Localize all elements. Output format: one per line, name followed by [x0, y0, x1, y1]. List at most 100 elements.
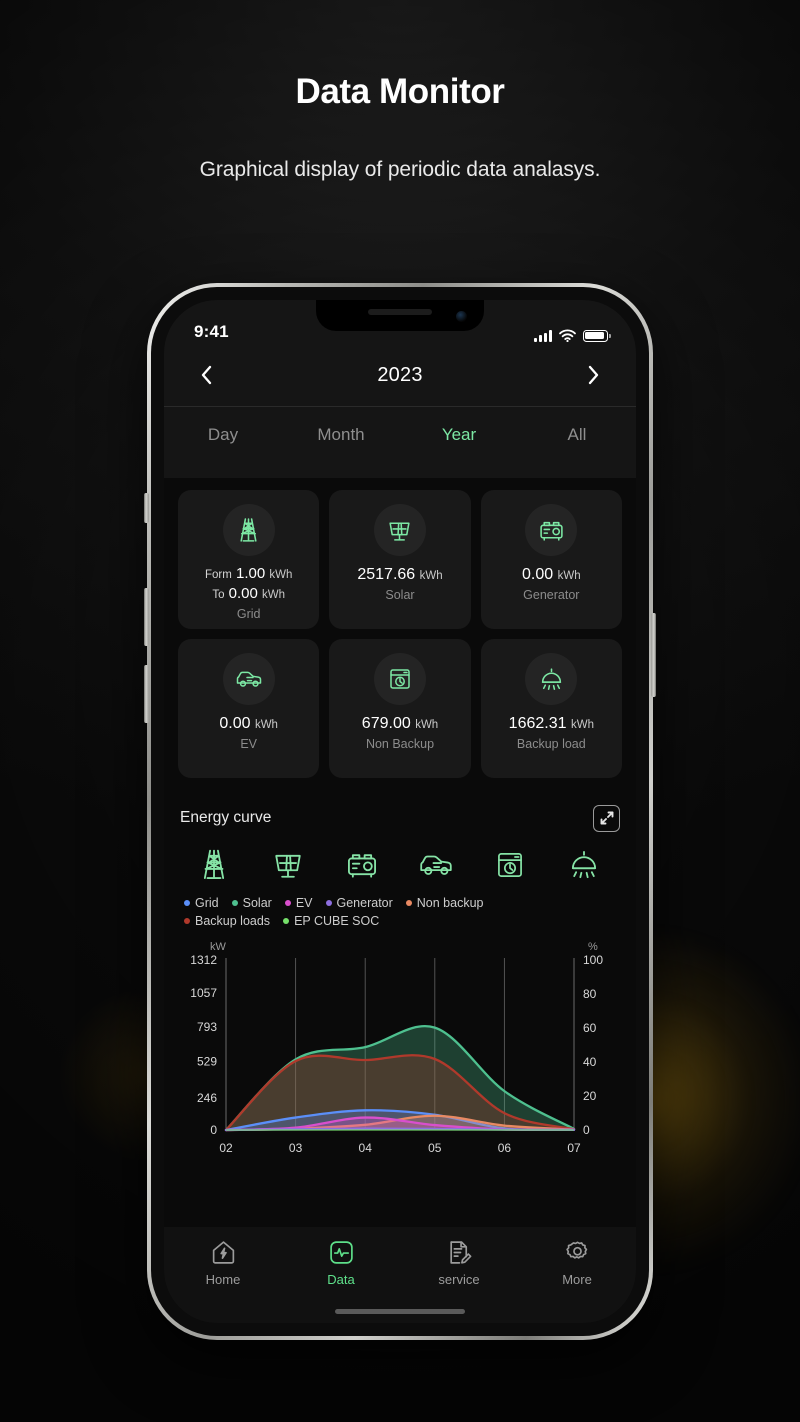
energy-curve-section: Energy curve Grid Solar EV Generator Non… — [164, 788, 636, 1170]
svg-text:07: 07 — [567, 1141, 581, 1155]
period-tab-bar: Day Month Year All — [164, 406, 636, 462]
legend-label-ev: EV — [295, 896, 313, 910]
nav-item-more[interactable]: More — [518, 1239, 636, 1287]
energy-curve-title: Energy curve — [180, 809, 272, 826]
volume-up-button[interactable] — [144, 588, 149, 646]
nav-item-data[interactable]: Data — [282, 1239, 400, 1287]
chart-canvas: kW % 0 246 529 793 1057 1312 0 20 40 60 80 100 02 03 04 0… — [190, 941, 603, 1155]
source-icon-grid[interactable] — [182, 844, 246, 886]
legend-label-backup-loads: Backup loads — [195, 914, 271, 928]
source-icon-backup-load[interactable] — [552, 844, 616, 886]
stat-card-backup-load[interactable]: 1662.31 kWh Backup load — [480, 639, 622, 778]
svg-text:04: 04 — [359, 1141, 373, 1155]
svg-text:246: 246 — [197, 1091, 217, 1105]
svg-text:80: 80 — [583, 987, 597, 1001]
cellular-bars-icon — [534, 329, 552, 342]
stat-card-solar-label: Solar — [385, 588, 415, 603]
solar-value: 2517.66 — [357, 566, 416, 583]
legend-item-non-backup[interactable]: Non backup — [405, 896, 484, 910]
stat-card-generator-label: Generator — [523, 588, 580, 603]
legend-label-non-backup: Non backup — [416, 896, 484, 910]
source-icon-non-backup[interactable] — [478, 844, 542, 886]
svg-text:1057: 1057 — [190, 986, 217, 1000]
stat-card-ev-value: 0.00 kWh — [219, 713, 278, 734]
ev-car-icon — [222, 653, 275, 705]
svg-text:0: 0 — [583, 1123, 590, 1137]
svg-text:1312: 1312 — [190, 953, 217, 967]
phone-notch — [316, 300, 484, 331]
source-icon-generator[interactable] — [330, 844, 394, 886]
pulse-data-icon — [329, 1241, 353, 1264]
solar-panel-icon — [373, 504, 426, 556]
legend-dot-solar — [231, 900, 238, 906]
legend-dot-grid — [184, 900, 190, 906]
stat-card-grid: Form 1.00 kWh To 0.00 kWh Grid 2517.66 k… — [164, 478, 636, 778]
stat-card-ev-label: EV — [240, 737, 257, 752]
generator-unit: kWh — [557, 570, 581, 582]
date-navigator: 2023 — [164, 344, 636, 406]
stat-card-non-backup[interactable]: 679.00 kWh Non Backup — [329, 639, 471, 778]
grid-from-value: 1.00 — [235, 565, 266, 582]
volume-down-button[interactable] — [144, 665, 149, 723]
svg-text:100: 100 — [583, 953, 603, 967]
expand-arrows-icon[interactable] — [593, 804, 620, 832]
legend-dot-non-backup — [405, 900, 412, 906]
svg-text:%: % — [588, 941, 598, 953]
nav-label-more: More — [562, 1272, 592, 1287]
stat-card-row-1: Form 1.00 kWh To 0.00 kWh Grid 2517.66 k… — [178, 490, 622, 629]
nav-label-service: service — [438, 1272, 480, 1287]
energy-curve-chart[interactable]: kW% 0 246 529 793 1057 1312 0 20 40 60 80 100 02 03 04 0… — [180, 934, 620, 1170]
stat-card-row-2: 0.00 kWh EV 679.00 kWh Non Backup 1662.3… — [178, 639, 622, 778]
stat-card-generator-value: 0.00 kWh — [522, 564, 581, 585]
stat-card-solar[interactable]: 2517.66 kWh Solar — [329, 490, 471, 629]
home-indicator[interactable] — [335, 1309, 465, 1314]
status-time: 9:41 — [194, 322, 229, 341]
power-button[interactable] — [651, 613, 656, 697]
stat-card-grid-to: To 0.00 kWh — [212, 584, 285, 604]
home-bolt-icon — [212, 1241, 234, 1264]
grid-from-prefix: Form — [204, 569, 232, 581]
source-icon-solar[interactable] — [256, 844, 320, 886]
tab-year[interactable]: Year — [400, 425, 518, 445]
legend-item-solar[interactable]: Solar — [231, 896, 272, 910]
ceiling-lamp-icon — [525, 653, 578, 705]
tab-month[interactable]: Month — [282, 425, 400, 445]
wifi-icon — [559, 329, 576, 342]
page-header: Data Monitor Graphical display of period… — [0, 72, 800, 182]
legend-item-ep-cube-soc[interactable]: EP CUBE SOC — [283, 914, 379, 928]
legend-item-grid[interactable]: Grid — [184, 896, 219, 910]
source-icon-ev[interactable] — [404, 844, 468, 886]
next-period-button[interactable] — [576, 358, 610, 392]
tab-day[interactable]: Day — [164, 425, 282, 445]
energy-curve-header: Energy curve — [180, 798, 620, 838]
stat-card-backup-load-value: 1662.31 kWh — [509, 713, 594, 734]
svg-text:20: 20 — [583, 1089, 597, 1103]
mute-switch[interactable] — [144, 493, 149, 523]
tab-all[interactable]: All — [518, 425, 636, 445]
source-icon-row[interactable] — [180, 838, 620, 892]
prev-period-button[interactable] — [190, 358, 224, 392]
battery-icon — [583, 329, 611, 342]
grid-to-prefix: To — [212, 588, 225, 601]
stat-card-non-backup-value: 679.00 kWh — [362, 713, 438, 734]
stat-card-grid-label: Grid — [236, 606, 261, 621]
legend-item-generator[interactable]: Generator — [325, 896, 393, 910]
backup-load-unit: kWh — [570, 719, 594, 731]
legend-item-ev[interactable]: EV — [284, 896, 313, 910]
nav-item-service[interactable]: service — [400, 1239, 518, 1287]
page-title: Data Monitor — [295, 72, 505, 111]
legend-item-backup-loads[interactable]: Backup loads — [184, 914, 270, 928]
stat-card-ev[interactable]: 0.00 kWh EV — [178, 639, 320, 778]
ev-unit: kWh — [254, 719, 278, 731]
gear-icon — [565, 1241, 587, 1259]
non-backup-unit: kWh — [415, 719, 439, 731]
nav-label-home: Home — [205, 1272, 241, 1287]
grid-from-unit: kWh — [269, 569, 293, 581]
legend-dot-ep-cube-soc — [283, 918, 290, 924]
stat-card-generator[interactable]: 0.00 kWh Generator — [480, 490, 622, 629]
phone-screen: 9:41 2023 Day Month Year All Form 1.00 k… — [164, 300, 636, 1323]
generator-icon — [525, 504, 578, 556]
legend-label-grid: Grid — [195, 896, 219, 910]
stat-card-grid-item[interactable]: Form 1.00 kWh To 0.00 kWh Grid — [178, 490, 320, 629]
nav-item-home[interactable]: Home — [164, 1239, 282, 1287]
